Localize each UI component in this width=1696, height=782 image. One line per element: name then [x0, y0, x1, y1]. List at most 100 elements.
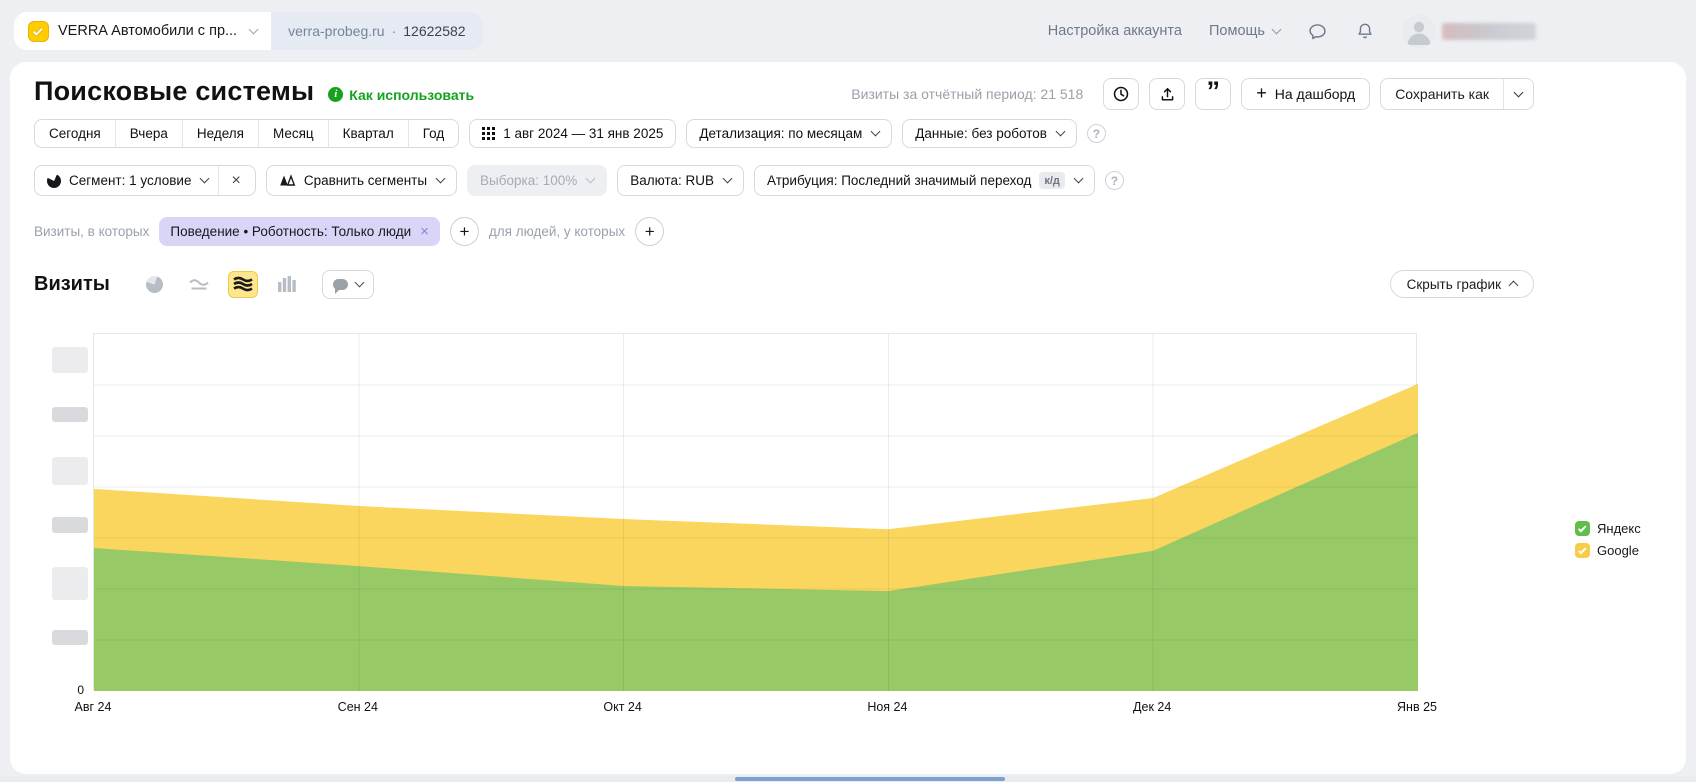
comment-bubble-icon: [333, 279, 348, 290]
help-question-icon[interactable]: ?: [1087, 124, 1106, 143]
legend-item-yandex[interactable]: Яндекс: [1575, 521, 1641, 536]
chart-type-columns-icon[interactable]: [272, 271, 302, 298]
export-button[interactable]: [1149, 78, 1185, 110]
page-title: Поисковые системы: [34, 76, 314, 107]
checkbox-checked-icon[interactable]: [1575, 521, 1590, 536]
chevron-down-icon: [1272, 24, 1282, 34]
chevron-down-icon: [354, 277, 364, 287]
calendar-grid-icon: [482, 127, 495, 140]
currency-dropdown[interactable]: Валюта: RUB: [617, 165, 744, 196]
legend-item-google[interactable]: Google: [1575, 543, 1641, 558]
comments-quotes-button[interactable]: ”: [1195, 78, 1231, 110]
segment-clear-button[interactable]: ×: [229, 172, 242, 190]
chip-close-icon[interactable]: ×: [420, 223, 429, 240]
chevron-down-icon: [1073, 174, 1083, 184]
compare-segments-dropdown[interactable]: Сравнить сегменты: [266, 165, 457, 196]
date-range-presets: Сегодня Вчера Неделя Месяц Квартал Год: [34, 119, 459, 148]
x-axis-label: Янв 25: [1397, 700, 1437, 714]
preset-month[interactable]: Месяц: [258, 120, 328, 147]
preset-today[interactable]: Сегодня: [35, 120, 115, 147]
counter-name: VERRA Автомобили с пр...: [58, 23, 237, 39]
plus-icon: +: [1256, 83, 1267, 104]
redacted-y-tick: [52, 567, 88, 600]
counter-domain: verra-probeg.ru: [288, 23, 385, 39]
counter-selector[interactable]: VERRA Автомобили с пр... verra-probeg.ru…: [14, 12, 483, 50]
dot-separator: ·: [392, 23, 397, 39]
add-people-condition-button[interactable]: +: [635, 217, 664, 246]
x-axis: Авг 24Сен 24Окт 24Ноя 24Дек 24Янв 25: [93, 700, 1417, 716]
metrica-logo-icon: [28, 21, 49, 42]
chevron-down-icon: [200, 174, 210, 184]
annotations-dropdown[interactable]: [322, 270, 374, 299]
metric-title: Визиты: [34, 273, 110, 296]
legend-label: Яндекс: [1597, 521, 1641, 536]
info-icon: i: [328, 87, 343, 102]
preset-week[interactable]: Неделя: [182, 120, 258, 147]
horizontal-scrollbar-track: [0, 776, 1696, 782]
segment-dropdown[interactable]: Сегмент: 1 условие ×: [34, 165, 256, 196]
segment-pie-icon: [47, 174, 61, 188]
save-as-dropdown[interactable]: [1503, 79, 1533, 109]
chevron-down-icon: [871, 127, 881, 137]
chart-type-switcher: [140, 270, 374, 299]
x-axis-label: Сен 24: [338, 700, 378, 714]
counter-dropdown[interactable]: VERRA Автомобили с пр...: [14, 12, 271, 50]
help-menu[interactable]: Помощь: [1209, 23, 1280, 39]
feedback-chat-icon[interactable]: [1307, 21, 1328, 42]
account-settings-link[interactable]: Настройка аккаунта: [1048, 23, 1182, 39]
user-avatar[interactable]: [1402, 14, 1436, 48]
chart-type-pie-icon[interactable]: [140, 271, 170, 298]
x-axis-label: Дек 24: [1133, 700, 1171, 714]
x-axis-label: Авг 24: [75, 700, 112, 714]
y-axis-zero-label: 0: [40, 683, 84, 697]
chevron-down-icon: [1514, 87, 1524, 97]
quotes-icon: ”: [1207, 86, 1221, 102]
counter-id: 12622582: [403, 23, 465, 39]
compare-segments-icon: [279, 174, 296, 187]
user-name-redacted: [1442, 23, 1536, 40]
chevron-down-icon: [586, 174, 596, 184]
history-clock-button[interactable]: [1103, 78, 1139, 110]
chart-type-line-icon[interactable]: [184, 271, 214, 298]
chevron-down-icon: [436, 174, 446, 184]
sampling-dropdown[interactable]: Выборка: 100%: [467, 165, 607, 196]
data-mode-dropdown[interactable]: Данные: без роботов: [902, 119, 1077, 148]
chevron-down-icon: [1055, 127, 1065, 137]
topbar: VERRA Автомобили с пр... verra-probeg.ru…: [0, 0, 1696, 62]
detalization-dropdown[interactable]: Детализация: по месяцам: [686, 119, 892, 148]
chart-canvas: [94, 334, 1418, 691]
counter-meta[interactable]: verra-probeg.ru · 12622582: [271, 12, 482, 50]
date-range-picker[interactable]: 1 авг 2024 — 31 янв 2025: [469, 119, 676, 148]
how-to-use-link[interactable]: i Как использовать: [328, 87, 474, 103]
visits-area-chart: [93, 333, 1417, 690]
attribution-dropdown[interactable]: Атрибуция: Последний значимый переход к/…: [754, 165, 1095, 196]
hide-chart-button[interactable]: Скрыть график: [1390, 270, 1534, 298]
chart-legend: Яндекс Google: [1575, 521, 1641, 558]
preset-year[interactable]: Год: [408, 120, 459, 147]
x-axis-label: Окт 24: [603, 700, 641, 714]
redacted-y-tick: [52, 630, 88, 645]
chevron-down-icon: [723, 174, 733, 184]
save-as-button[interactable]: Сохранить как: [1381, 79, 1503, 109]
chevron-up-icon: [1509, 281, 1519, 291]
people-condition-label: для людей, у которых: [489, 224, 625, 239]
legend-label: Google: [1597, 543, 1639, 558]
checkbox-checked-icon[interactable]: [1575, 543, 1590, 558]
preset-yesterday[interactable]: Вчера: [115, 120, 182, 147]
help-question-icon[interactable]: ?: [1105, 171, 1124, 190]
x-axis-label: Ноя 24: [867, 700, 907, 714]
notifications-bell-icon[interactable]: [1355, 21, 1375, 41]
horizontal-scrollbar-thumb[interactable]: [735, 777, 1005, 781]
redacted-y-tick: [52, 347, 88, 373]
redacted-y-tick: [52, 457, 88, 485]
date-range-value: 1 авг 2024 — 31 янв 2025: [503, 126, 663, 141]
add-visit-condition-button[interactable]: +: [450, 217, 479, 246]
chart-type-stacked-area-icon[interactable]: [228, 271, 258, 298]
segment-chip[interactable]: Поведение • Роботность: Только люди ×: [159, 217, 440, 246]
redacted-y-tick: [52, 517, 88, 533]
add-to-dashboard-button[interactable]: + На дашборд: [1241, 78, 1370, 110]
chevron-down-icon: [249, 24, 259, 34]
preset-quarter[interactable]: Квартал: [328, 120, 408, 147]
divider: [218, 166, 219, 195]
redacted-y-tick: [52, 407, 88, 422]
